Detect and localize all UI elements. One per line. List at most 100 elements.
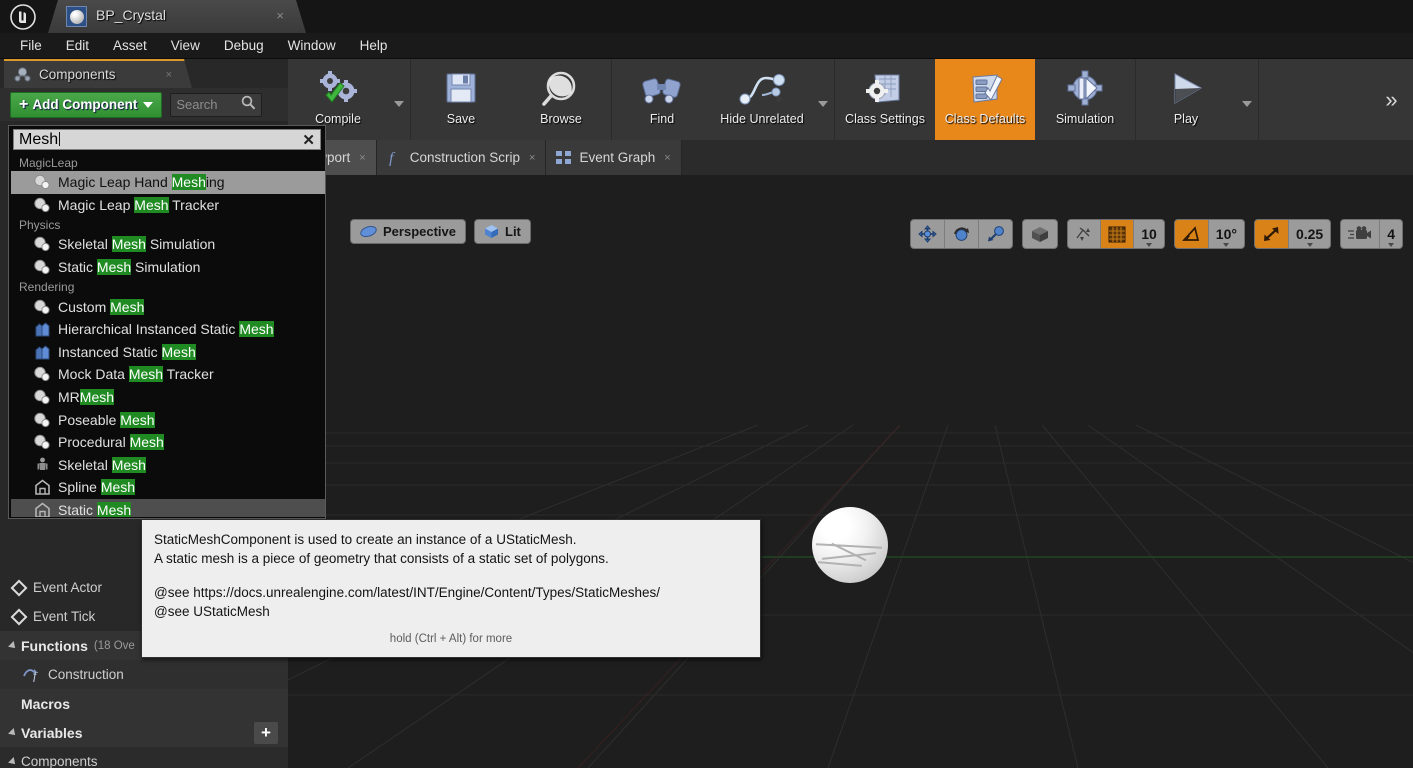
components-panel-tab-label: Components [39, 67, 116, 82]
menu-item-window[interactable]: Window [276, 35, 348, 56]
picker-item[interactable]: Skeletal Mesh [11, 454, 325, 477]
grid-snap-value[interactable]: 10 [1134, 220, 1164, 248]
picker-item[interactable]: Static Mesh [11, 498, 325, 517]
grid-snap-toggle[interactable] [1101, 220, 1135, 248]
skeletal-mesh-icon [31, 456, 53, 474]
add-component-button[interactable]: + Add Component [10, 91, 163, 118]
menu-item-help[interactable]: Help [348, 35, 400, 56]
picker-item[interactable]: MRMesh [11, 386, 325, 409]
world-space-button[interactable] [1023, 220, 1057, 248]
tree-event-actor-label: Event Actor [33, 580, 103, 595]
menu-item-asset[interactable]: Asset [101, 35, 159, 56]
camera-speed-icon [1348, 225, 1372, 239]
camera-speed-icon-cell[interactable] [1341, 220, 1381, 248]
tab-event-graph-label: Event Graph [579, 150, 656, 165]
browse-button[interactable]: Browse [511, 59, 611, 140]
angle-snap-value-label: 10° [1215, 226, 1237, 242]
menu-item-debug[interactable]: Debug [212, 35, 276, 56]
add-variable-button[interactable]: + [254, 721, 278, 744]
picker-item-label: Skeletal Mesh Simulation [58, 236, 216, 253]
picker-item-label: Static Mesh [58, 502, 132, 517]
translate-mode-button[interactable] [911, 220, 946, 248]
asset-tab-bp-crystal[interactable]: BP_Crystal × [48, 0, 306, 33]
tree-subsection-components[interactable]: Components [0, 747, 288, 768]
tree-section-functions-count: (18 Ove [93, 639, 135, 652]
tree-section-variables[interactable]: Variables + [0, 718, 288, 747]
components-panel-tab[interactable]: Components × [4, 59, 192, 88]
picker-item[interactable]: Poseable Mesh [11, 408, 325, 431]
picker-item[interactable]: Skeletal Mesh Simulation [11, 233, 325, 256]
save-button[interactable]: Save [411, 59, 511, 140]
add-component-label: Add Component [32, 97, 138, 112]
hide-unrelated-dropdown-caret-icon[interactable] [812, 59, 834, 140]
class-defaults-icon [963, 66, 1007, 111]
tab-construction-script[interactable]: f Construction Scrip × [376, 140, 547, 175]
tree-section-macros[interactable]: Macros [0, 689, 288, 718]
simulation-button[interactable]: Simulation [1035, 59, 1135, 140]
save-icon [441, 66, 481, 111]
picker-category-header: MagicLeap [19, 155, 78, 170]
viewport-area: Viewport × f Construction Scrip × Event … [288, 140, 1413, 768]
add-component-plus-icon: + [19, 95, 29, 113]
picker-search-input[interactable]: Mesh ✕ [13, 129, 321, 150]
menu-item-edit[interactable]: Edit [54, 35, 101, 56]
save-button-label: Save [446, 112, 476, 126]
picker-search-value: Mesh [19, 130, 59, 148]
tab-construction-script-close-icon[interactable]: × [529, 152, 535, 164]
picker-item[interactable]: Hierarchical Instanced Static Mesh [11, 318, 325, 341]
scale-snap-value[interactable]: 0.25 [1289, 220, 1330, 248]
tree-subsection-components-label: Components [21, 754, 98, 768]
lit-button[interactable]: Lit [474, 219, 531, 244]
viewport-3d-scene[interactable]: Perspective Lit 10 10° 0.25 4 [288, 175, 1413, 768]
menu-item-file[interactable]: File [8, 35, 54, 56]
tab-event-graph[interactable]: Event Graph × [546, 140, 682, 175]
mesh-spheres-icon [31, 173, 53, 191]
tree-function-construction[interactable]: f Construction [0, 660, 288, 689]
picker-result-list[interactable]: MagicLeap Magic Leap Hand Meshing Magic Le… [11, 154, 325, 517]
picker-item[interactable]: Spline Mesh [11, 476, 325, 499]
menu-item-view[interactable]: View [159, 35, 212, 56]
components-panel-close-icon[interactable]: × [166, 69, 172, 81]
hide-unrelated-button[interactable]: Hide Unrelated [712, 59, 812, 140]
browse-button-label: Browse [540, 112, 582, 126]
chevron-down-icon [1145, 243, 1152, 247]
picker-clear-icon[interactable]: ✕ [302, 131, 315, 149]
chevron-down-icon [1306, 243, 1313, 247]
mesh-spheres-icon [31, 411, 53, 429]
angle-snap-value[interactable]: 10° [1209, 220, 1244, 248]
angle-snap-toggle[interactable] [1174, 220, 1209, 248]
grid-snap-value-label: 10 [1141, 226, 1157, 242]
play-button[interactable]: Play [1136, 59, 1236, 140]
perspective-button[interactable]: Perspective [350, 219, 466, 244]
viewport-view-controls: Perspective Lit [350, 219, 531, 244]
play-dropdown-caret-icon[interactable] [1236, 59, 1258, 140]
scale-mode-button[interactable] [979, 220, 1012, 248]
camera-speed-value[interactable]: 4 [1380, 220, 1402, 248]
tooltip-line-3: @see https://docs.unrealengine.com/lates… [154, 585, 660, 600]
static-mesh-tooltip: StaticMeshComponent is used to create an… [141, 519, 761, 658]
picker-item[interactable]: Static Mesh Simulation [11, 256, 325, 279]
rotate-mode-button[interactable] [945, 220, 980, 248]
find-button[interactable]: Find [612, 59, 712, 140]
components-search-input[interactable]: Search [170, 92, 263, 117]
toolbar-overflow-button[interactable]: » [1370, 59, 1413, 140]
tab-viewport-close-icon[interactable]: × [359, 152, 365, 164]
class-defaults-button[interactable]: Class Defaults [935, 59, 1035, 140]
picker-item[interactable]: Magic Leap Mesh Tracker [11, 194, 325, 217]
toolbar-group-graph: Find Hide Unrelated [612, 59, 835, 140]
event-node-icon [10, 608, 28, 625]
scale-snap-toggle[interactable] [1254, 220, 1289, 248]
chevron-down-icon [1388, 243, 1395, 247]
compile-dropdown-caret-icon[interactable] [388, 59, 410, 140]
tab-event-graph-close-icon[interactable]: × [664, 152, 670, 164]
components-tab-icon [13, 66, 31, 84]
asset-tab-close-icon[interactable]: × [276, 8, 284, 23]
tooltip-line-2: A static mesh is a piece of geometry tha… [154, 550, 609, 566]
class-settings-button[interactable]: Class Settings [835, 59, 935, 140]
picker-item[interactable]: Custom Mesh [11, 295, 325, 318]
picker-item[interactable]: Instanced Static Mesh [11, 341, 325, 364]
picker-item[interactable]: Magic Leap Hand Meshing [11, 171, 325, 194]
picker-item[interactable]: Mock Data Mesh Tracker [11, 363, 325, 386]
surface-snap-button[interactable] [1068, 220, 1102, 248]
picker-item[interactable]: Procedural Mesh [11, 431, 325, 454]
